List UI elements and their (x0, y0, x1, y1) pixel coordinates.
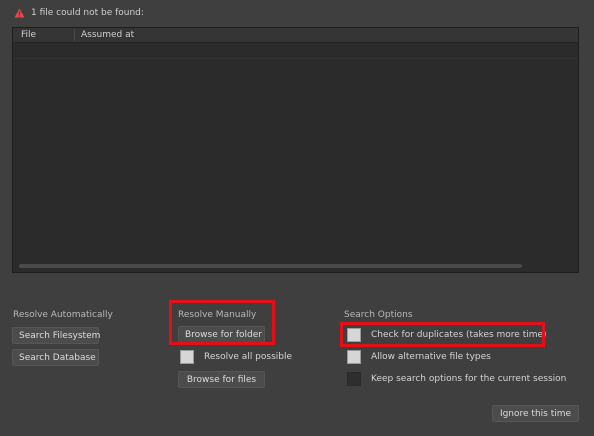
column-divider[interactable] (74, 29, 75, 41)
table-header: File Assumed at (13, 28, 578, 43)
search-database-button[interactable]: Search Database (12, 349, 99, 366)
allow-alt-types-checkbox[interactable] (347, 350, 361, 364)
highlight-check-duplicates (340, 322, 545, 347)
warning-text: 1 file could not be found: (31, 8, 144, 18)
search-filesystem-button[interactable]: Search Filesystem (12, 327, 100, 344)
ignore-this-time-button[interactable]: Ignore this time (492, 405, 579, 422)
resolve-all-label: Resolve all possible (204, 352, 293, 362)
resolve-all-checkbox[interactable] (180, 350, 194, 364)
warning-triangle-icon (14, 8, 25, 18)
highlight-resolve-manually (169, 300, 275, 345)
keep-options-label: Keep search options for the current sess… (371, 374, 567, 384)
column-header-file[interactable]: File (21, 28, 36, 42)
column-header-assumed-at[interactable]: Assumed at (81, 28, 134, 42)
browse-files-button[interactable]: Browse for files (178, 371, 265, 388)
search-options-title: Search Options (344, 310, 413, 320)
allow-alt-types-label: Allow alternative file types (371, 352, 491, 362)
warning-message: 1 file could not be found: (14, 8, 144, 18)
horizontal-scrollbar[interactable] (19, 264, 522, 268)
keep-options-checkbox[interactable] (347, 372, 361, 386)
resolve-automatically-title: Resolve Automatically (13, 310, 113, 320)
row-divider (13, 58, 578, 59)
missing-files-table[interactable]: File Assumed at (12, 27, 579, 273)
